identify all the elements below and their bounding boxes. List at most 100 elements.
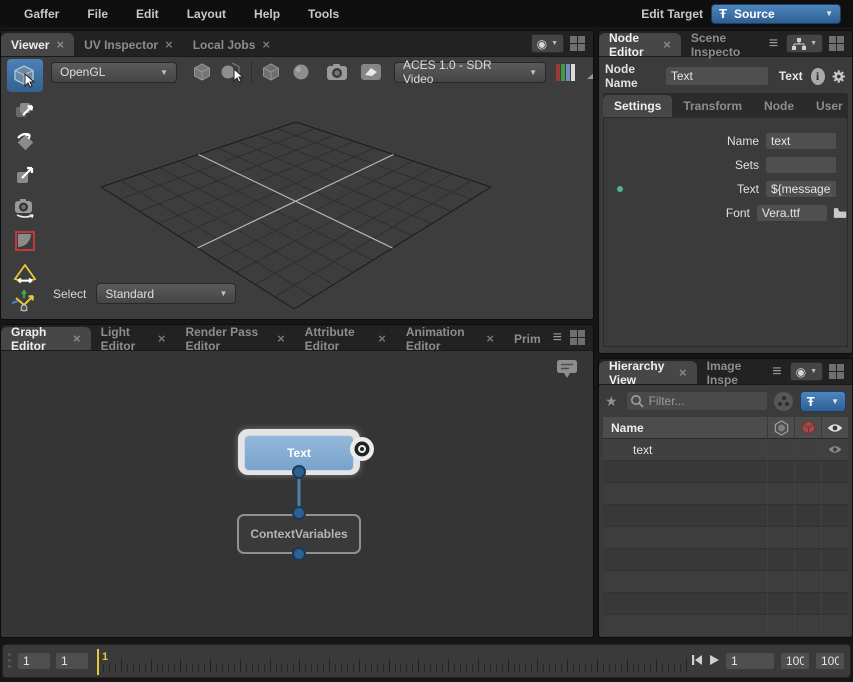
edit-target-label: Edit Target — [641, 7, 703, 21]
node-set-menu-button[interactable]: ▼ — [786, 34, 823, 53]
viewer-focus-menu-button[interactable]: ◉ ▼ — [531, 34, 564, 53]
filter-input[interactable] — [626, 391, 769, 411]
rotate-tool-button[interactable] — [7, 125, 43, 158]
tab-graph-editor[interactable]: Graph Editor × — [1, 327, 91, 350]
shading-solid-button[interactable] — [189, 60, 215, 84]
close-icon[interactable]: × — [73, 332, 81, 345]
exclusions-column-header[interactable] — [794, 417, 821, 438]
annotation-bubble-icon[interactable] — [555, 359, 579, 379]
tab-scene-inspector[interactable]: Scene Inspecto — [681, 33, 767, 56]
tab-animation-editor[interactable]: Animation Editor × — [396, 327, 504, 350]
tab-local-jobs[interactable]: Local Jobs × — [183, 33, 280, 56]
light-cone-tool-button[interactable] — [7, 257, 43, 290]
layout-menu-icon[interactable] — [570, 36, 585, 51]
close-icon[interactable]: × — [56, 38, 64, 51]
tab-light-editor[interactable]: Light Editor × — [91, 327, 176, 350]
close-icon[interactable]: × — [277, 332, 285, 345]
timeline-start-input[interactable] — [17, 652, 51, 670]
layout-menu-icon[interactable] — [829, 36, 844, 51]
sets-property-input[interactable] — [765, 156, 837, 174]
hierarchy-row-text[interactable]: text — [603, 439, 848, 461]
timeline-end-input[interactable] — [780, 652, 810, 670]
points-button[interactable] — [288, 60, 314, 84]
playhead[interactable] — [97, 649, 99, 675]
select-mode-row: Select Standard ▼ — [53, 283, 236, 304]
menu-gaffer[interactable]: Gaffer — [10, 7, 73, 21]
tab-node-editor[interactable]: Node Editor × — [599, 33, 681, 56]
info-icon[interactable]: i — [811, 68, 825, 85]
light-position-tool-button[interactable] — [7, 290, 43, 312]
renderer-dropdown[interactable]: OpenGL ▼ — [51, 62, 177, 83]
node-out-port[interactable] — [293, 466, 305, 478]
channel-select-button[interactable] — [552, 60, 578, 84]
close-icon[interactable]: × — [486, 332, 494, 345]
panel-menu-icon[interactable]: ≡ — [553, 329, 562, 347]
tab-transform[interactable]: Transform — [672, 95, 753, 117]
timeline-current-input[interactable] — [55, 652, 89, 670]
inclusions-column-header[interactable] — [767, 417, 794, 438]
menu-layout[interactable]: Layout — [173, 7, 240, 21]
node-out-port[interactable] — [293, 548, 305, 560]
shading-select-button[interactable] — [219, 60, 245, 84]
tab-node[interactable]: Node — [753, 95, 805, 117]
tab-settings[interactable]: Settings — [603, 95, 672, 117]
node-in-port[interactable] — [293, 507, 305, 519]
display-transform-dropdown[interactable]: ACES 1.0 - SDR Video ▼ — [394, 62, 546, 83]
layout-menu-icon[interactable] — [570, 330, 585, 345]
collapse-all-button[interactable] — [774, 392, 793, 411]
gear-icon[interactable] — [831, 67, 847, 86]
name-column-header[interactable]: Name — [603, 421, 767, 435]
timeline-ruler[interactable]: 1 — [97, 649, 693, 675]
hierarchy-filter-dropdown[interactable]: Ŧ ▼ — [800, 391, 846, 412]
tab-viewer[interactable]: Viewer × — [1, 33, 74, 56]
select-mode-dropdown[interactable]: Standard ▼ — [96, 283, 236, 304]
tab-attribute-editor[interactable]: Attribute Editor × — [295, 327, 396, 350]
viewer-tabbar: Viewer × UV Inspector × Local Jobs × ◉ ▼ — [1, 31, 593, 57]
menu-tools[interactable]: Tools — [294, 7, 353, 21]
scene-view-button[interactable] — [358, 60, 384, 84]
panel-menu-icon[interactable]: ≡ — [769, 35, 778, 53]
panel-menu-icon[interactable]: ≡ — [772, 363, 781, 381]
tab-primitive-inspector[interactable]: Prim — [504, 327, 551, 350]
tab-user[interactable]: User — [805, 95, 853, 117]
close-icon[interactable]: × — [262, 38, 270, 51]
tab-image-inspector[interactable]: Image Inspe — [697, 361, 771, 384]
exposure-gamma-button[interactable] — [582, 60, 594, 84]
close-icon[interactable]: × — [378, 332, 386, 345]
play-icon[interactable] — [708, 654, 720, 666]
menu-edit[interactable]: Edit — [122, 7, 173, 21]
translate-tool-button[interactable] — [7, 92, 43, 125]
camera-tool-button[interactable] — [7, 191, 43, 224]
close-icon[interactable]: × — [663, 38, 671, 51]
visibility-column-header[interactable] — [821, 417, 848, 438]
edit-target-dropdown[interactable]: Ŧ Source ▼ — [711, 4, 841, 24]
row-visibility-toggle[interactable] — [821, 439, 848, 460]
close-icon[interactable]: × — [158, 332, 166, 345]
crop-window-tool-button[interactable] — [7, 224, 43, 257]
timeline-total-input[interactable] — [815, 652, 845, 670]
menu-help[interactable]: Help — [240, 7, 294, 21]
hierarchy-focus-menu-button[interactable]: ◉ ▼ — [790, 362, 823, 381]
focus-badge-icon[interactable] — [350, 437, 374, 461]
tab-uv-inspector[interactable]: UV Inspector × — [74, 33, 183, 56]
tab-hierarchy-view[interactable]: Hierarchy View × — [599, 361, 697, 384]
wireframe-button[interactable] — [258, 60, 284, 84]
close-icon[interactable]: × — [679, 366, 687, 379]
close-icon[interactable]: × — [165, 38, 173, 51]
tab-render-pass-editor[interactable]: Render Pass Editor × — [175, 327, 294, 350]
drag-handle-icon[interactable] — [8, 653, 11, 668]
menu-file[interactable]: File — [73, 7, 122, 21]
star-icon[interactable]: ★ — [605, 393, 618, 410]
timeline-frame-input[interactable] — [725, 652, 775, 670]
graph-canvas[interactable]: Text ContextVariables — [1, 351, 593, 637]
camera-settings-button[interactable] — [324, 60, 350, 84]
scale-tool-button[interactable] — [7, 158, 43, 191]
node-name-input[interactable] — [665, 66, 769, 86]
layout-menu-icon[interactable] — [829, 364, 844, 379]
skip-to-start-icon[interactable] — [691, 654, 703, 666]
folder-icon[interactable] — [833, 207, 847, 219]
name-property-input[interactable] — [765, 132, 837, 150]
select-tool-button[interactable] — [7, 59, 43, 92]
text-property-input[interactable] — [765, 180, 837, 198]
font-property-input[interactable] — [756, 204, 828, 222]
